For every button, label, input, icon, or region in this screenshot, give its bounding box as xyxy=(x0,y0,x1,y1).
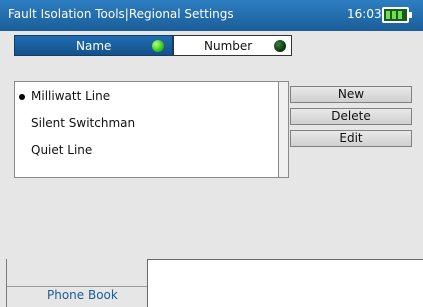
tab-phone-book[interactable]: Phone Book xyxy=(20,259,144,307)
tab-scroll-left[interactable] xyxy=(0,259,7,307)
list-item-silent-switchman[interactable]: Silent Switchman xyxy=(31,116,135,130)
sort-by-name-button[interactable]: Name xyxy=(14,35,173,56)
selected-bullet-icon xyxy=(19,94,25,100)
tab-empty xyxy=(147,259,423,307)
battery-cell xyxy=(386,11,390,19)
sort-by-name-label: Name xyxy=(76,39,112,53)
battery-icon xyxy=(382,7,412,23)
phone-book-list[interactable]: Milliwatt Line Silent Switchman Quiet Li… xyxy=(14,81,279,178)
tab-phone-book-label: Phone Book xyxy=(47,288,118,302)
window-title: Fault Isolation Tools|Regional Settings xyxy=(8,7,234,21)
title-bar: Fault Isolation Tools|Regional Settings … xyxy=(0,0,423,31)
list-scrollbar[interactable] xyxy=(279,81,289,178)
battery-cell xyxy=(398,11,402,19)
edit-button[interactable]: Edit xyxy=(290,130,412,147)
battery-cell xyxy=(392,11,396,19)
number-led-icon xyxy=(274,40,286,52)
delete-button[interactable]: Delete xyxy=(290,108,412,125)
list-item-milliwatt-line[interactable]: Milliwatt Line xyxy=(31,89,110,103)
name-led-icon xyxy=(152,40,164,52)
sort-by-number-label: Number xyxy=(204,39,253,53)
new-button[interactable]: New xyxy=(290,86,412,103)
battery-tip xyxy=(409,12,412,18)
sort-by-number-button[interactable]: Number xyxy=(173,35,292,56)
list-item-quiet-line[interactable]: Quiet Line xyxy=(31,143,92,157)
clock: 16:03 xyxy=(347,7,382,21)
